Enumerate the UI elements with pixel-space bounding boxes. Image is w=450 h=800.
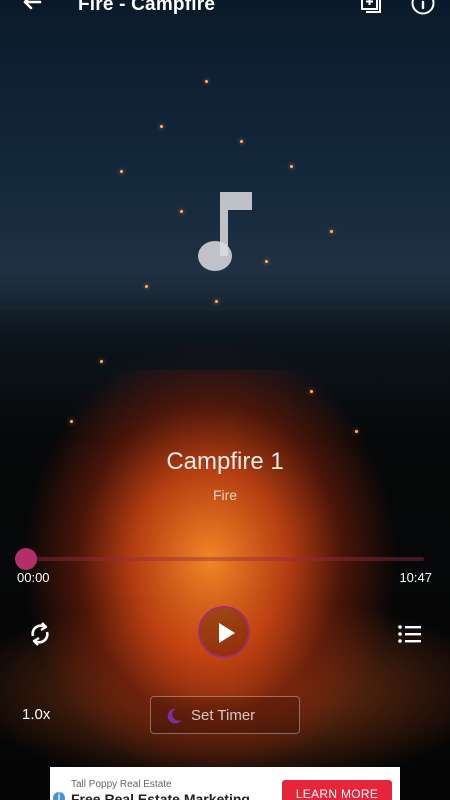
playback-speed-button[interactable]: 1.0x xyxy=(22,706,50,723)
track-title: Campfire 1 xyxy=(166,448,284,475)
progress-bar[interactable] xyxy=(26,557,424,561)
ad-learn-more-button[interactable]: LEARN MORE xyxy=(282,780,392,800)
add-to-playlist-button[interactable] xyxy=(358,0,384,16)
set-timer-button[interactable]: Set Timer xyxy=(150,696,300,734)
duration: 10:47 xyxy=(399,570,432,585)
page-title: Fire - Campfire xyxy=(78,0,216,15)
ad-banner[interactable]: i Tall Poppy Real Estate Free Real Estat… xyxy=(50,767,400,800)
music-note-icon xyxy=(196,190,256,274)
set-timer-label: Set Timer xyxy=(191,707,256,724)
current-time: 00:00 xyxy=(17,570,50,585)
play-icon xyxy=(219,623,235,643)
ad-brand: Tall Poppy Real Estate xyxy=(71,779,172,790)
repeat-icon xyxy=(31,622,49,646)
add-to-playlist-icon xyxy=(361,0,381,13)
playlist-icon xyxy=(398,625,421,643)
info-button[interactable] xyxy=(410,0,436,16)
ad-headline: Free Real Estate Marketing xyxy=(71,791,250,800)
repeat-button[interactable] xyxy=(26,620,54,648)
top-bar: Fire - Campfire xyxy=(0,0,450,20)
play-button[interactable] xyxy=(198,606,250,658)
info-icon xyxy=(411,0,435,15)
arrow-left-icon xyxy=(23,0,42,10)
moon-icon xyxy=(167,708,182,724)
track-category: Fire xyxy=(212,487,238,503)
progress-knob[interactable] xyxy=(15,548,37,570)
campfire-background xyxy=(0,0,450,800)
back-button[interactable] xyxy=(18,0,46,16)
ad-info-icon[interactable]: i xyxy=(53,792,65,800)
playlist-button[interactable] xyxy=(397,622,423,646)
